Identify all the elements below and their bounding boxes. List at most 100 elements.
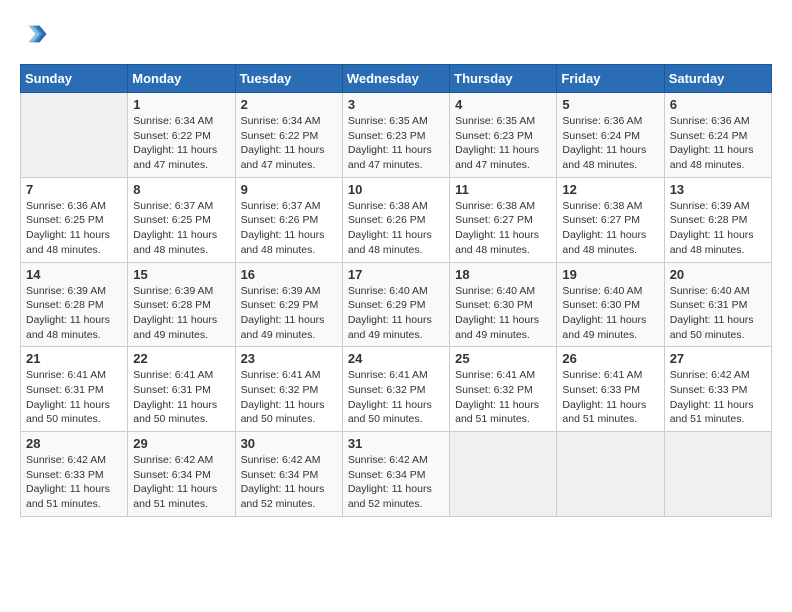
day-number: 23 [241,351,337,366]
day-info: Sunrise: 6:41 AMSunset: 6:32 PMDaylight:… [241,368,337,427]
calendar-cell: 25 Sunrise: 6:41 AMSunset: 6:32 PMDayligh… [450,347,557,432]
calendar-cell [450,432,557,517]
day-number: 1 [133,97,229,112]
calendar-cell: 11 Sunrise: 6:38 AMSunset: 6:27 PMDayligh… [450,177,557,262]
calendar-cell: 13Sunrise: 6:39 AMSunset: 6:28 PMDayligh… [664,177,771,262]
day-number: 4 [455,97,551,112]
calendar-cell: 14 Sunrise: 6:39 AMSunset: 6:28 PMDayligh… [21,262,128,347]
day-info: Sunrise: 6:40 AMSunset: 6:30 PMDaylight:… [562,284,658,343]
day-number: 28 [26,436,122,451]
calendar-cell: 15 Sunrise: 6:39 AMSunset: 6:28 PMDayligh… [128,262,235,347]
weekday-header: Saturday [664,65,771,93]
weekday-header: Friday [557,65,664,93]
day-info: Sunrise: 6:42 AMSunset: 6:33 PMDaylight:… [26,453,122,512]
day-info: Sunrise: 6:41 AMSunset: 6:33 PMDaylight:… [562,368,658,427]
calendar-cell: 17Sunrise: 6:40 AMSunset: 6:29 PMDayligh… [342,262,449,347]
calendar-cell: 26 Sunrise: 6:41 AMSunset: 6:33 PMDayligh… [557,347,664,432]
weekday-header: Monday [128,65,235,93]
day-number: 18 [455,267,551,282]
calendar-cell: 16 Sunrise: 6:39 AMSunset: 6:29 PMDayligh… [235,262,342,347]
day-number: 22 [133,351,229,366]
day-info: Sunrise: 6:40 AMSunset: 6:30 PMDaylight:… [455,284,551,343]
day-number: 29 [133,436,229,451]
calendar-week-row: 1 Sunrise: 6:34 AMSunset: 6:22 PMDaylight… [21,93,772,178]
day-number: 9 [241,182,337,197]
day-number: 3 [348,97,444,112]
day-number: 8 [133,182,229,197]
logo [20,20,52,48]
calendar-cell: 22 Sunrise: 6:41 AMSunset: 6:31 PMDayligh… [128,347,235,432]
day-info: Sunrise: 6:42 AMSunset: 6:34 PMDaylight:… [133,453,229,512]
calendar-cell: 1 Sunrise: 6:34 AMSunset: 6:22 PMDaylight… [128,93,235,178]
day-number: 10 [348,182,444,197]
day-info: Sunrise: 6:36 AMSunset: 6:24 PMDaylight:… [562,114,658,173]
day-info: Sunrise: 6:38 AMSunset: 6:27 PMDaylight:… [455,199,551,258]
day-info: Sunrise: 6:40 AMSunset: 6:29 PMDaylight:… [348,284,444,343]
calendar-table: SundayMondayTuesdayWednesdayThursdayFrid… [20,64,772,517]
day-number: 11 [455,182,551,197]
day-info: Sunrise: 6:34 AMSunset: 6:22 PMDaylight:… [133,114,229,173]
day-info: Sunrise: 6:42 AMSunset: 6:34 PMDaylight:… [241,453,337,512]
page-header [20,20,772,48]
calendar-cell: 31Sunrise: 6:42 AMSunset: 6:34 PMDayligh… [342,432,449,517]
day-info: Sunrise: 6:41 AMSunset: 6:31 PMDaylight:… [133,368,229,427]
day-info: Sunrise: 6:38 AMSunset: 6:26 PMDaylight:… [348,199,444,258]
weekday-header: Thursday [450,65,557,93]
calendar-week-row: 14 Sunrise: 6:39 AMSunset: 6:28 PMDayligh… [21,262,772,347]
calendar-cell: 2 Sunrise: 6:34 AMSunset: 6:22 PMDaylight… [235,93,342,178]
day-info: Sunrise: 6:39 AMSunset: 6:28 PMDaylight:… [133,284,229,343]
day-number: 20 [670,267,766,282]
day-info: Sunrise: 6:39 AMSunset: 6:28 PMDaylight:… [26,284,122,343]
calendar-cell: 12Sunrise: 6:38 AMSunset: 6:27 PMDayligh… [557,177,664,262]
day-number: 16 [241,267,337,282]
day-number: 7 [26,182,122,197]
calendar-cell: 29 Sunrise: 6:42 AMSunset: 6:34 PMDayligh… [128,432,235,517]
calendar-cell: 24 Sunrise: 6:41 AMSunset: 6:32 PMDayligh… [342,347,449,432]
day-number: 27 [670,351,766,366]
day-number: 25 [455,351,551,366]
day-number: 24 [348,351,444,366]
calendar-cell: 23 Sunrise: 6:41 AMSunset: 6:32 PMDayligh… [235,347,342,432]
logo-icon [20,20,48,48]
calendar-cell: 6Sunrise: 6:36 AMSunset: 6:24 PMDaylight… [664,93,771,178]
calendar-cell: 21Sunrise: 6:41 AMSunset: 6:31 PMDayligh… [21,347,128,432]
day-info: Sunrise: 6:41 AMSunset: 6:32 PMDaylight:… [348,368,444,427]
day-number: 26 [562,351,658,366]
day-number: 19 [562,267,658,282]
calendar-cell: 10 Sunrise: 6:38 AMSunset: 6:26 PMDayligh… [342,177,449,262]
calendar-header-row: SundayMondayTuesdayWednesdayThursdayFrid… [21,65,772,93]
calendar-cell: 3Sunrise: 6:35 AMSunset: 6:23 PMDaylight… [342,93,449,178]
day-info: Sunrise: 6:36 AMSunset: 6:25 PMDaylight:… [26,199,122,258]
day-info: Sunrise: 6:37 AMSunset: 6:25 PMDaylight:… [133,199,229,258]
calendar-cell: 19 Sunrise: 6:40 AMSunset: 6:30 PMDayligh… [557,262,664,347]
day-info: Sunrise: 6:42 AMSunset: 6:33 PMDaylight:… [670,368,766,427]
day-info: Sunrise: 6:41 AMSunset: 6:31 PMDaylight:… [26,368,122,427]
day-info: Sunrise: 6:39 AMSunset: 6:28 PMDaylight:… [670,199,766,258]
calendar-cell: 5Sunrise: 6:36 AMSunset: 6:24 PMDaylight… [557,93,664,178]
calendar-cell: 27 Sunrise: 6:42 AMSunset: 6:33 PMDayligh… [664,347,771,432]
calendar-cell: 8 Sunrise: 6:37 AMSunset: 6:25 PMDaylight… [128,177,235,262]
calendar-cell: 9Sunrise: 6:37 AMSunset: 6:26 PMDaylight… [235,177,342,262]
day-info: Sunrise: 6:38 AMSunset: 6:27 PMDaylight:… [562,199,658,258]
calendar-cell [664,432,771,517]
calendar-week-row: 28 Sunrise: 6:42 AMSunset: 6:33 PMDayligh… [21,432,772,517]
calendar-cell: 20 Sunrise: 6:40 AMSunset: 6:31 PMDayligh… [664,262,771,347]
calendar-cell [21,93,128,178]
day-info: Sunrise: 6:34 AMSunset: 6:22 PMDaylight:… [241,114,337,173]
day-info: Sunrise: 6:39 AMSunset: 6:29 PMDaylight:… [241,284,337,343]
calendar-cell: 28 Sunrise: 6:42 AMSunset: 6:33 PMDayligh… [21,432,128,517]
calendar-cell: 18 Sunrise: 6:40 AMSunset: 6:30 PMDayligh… [450,262,557,347]
day-number: 14 [26,267,122,282]
calendar-cell [557,432,664,517]
day-number: 6 [670,97,766,112]
day-number: 15 [133,267,229,282]
day-info: Sunrise: 6:41 AMSunset: 6:32 PMDaylight:… [455,368,551,427]
day-number: 30 [241,436,337,451]
calendar-cell: 30 Sunrise: 6:42 AMSunset: 6:34 PMDayligh… [235,432,342,517]
day-number: 2 [241,97,337,112]
day-number: 31 [348,436,444,451]
day-info: Sunrise: 6:40 AMSunset: 6:31 PMDaylight:… [670,284,766,343]
calendar-week-row: 7 Sunrise: 6:36 AMSunset: 6:25 PMDaylight… [21,177,772,262]
weekday-header: Tuesday [235,65,342,93]
calendar-cell: 7 Sunrise: 6:36 AMSunset: 6:25 PMDaylight… [21,177,128,262]
